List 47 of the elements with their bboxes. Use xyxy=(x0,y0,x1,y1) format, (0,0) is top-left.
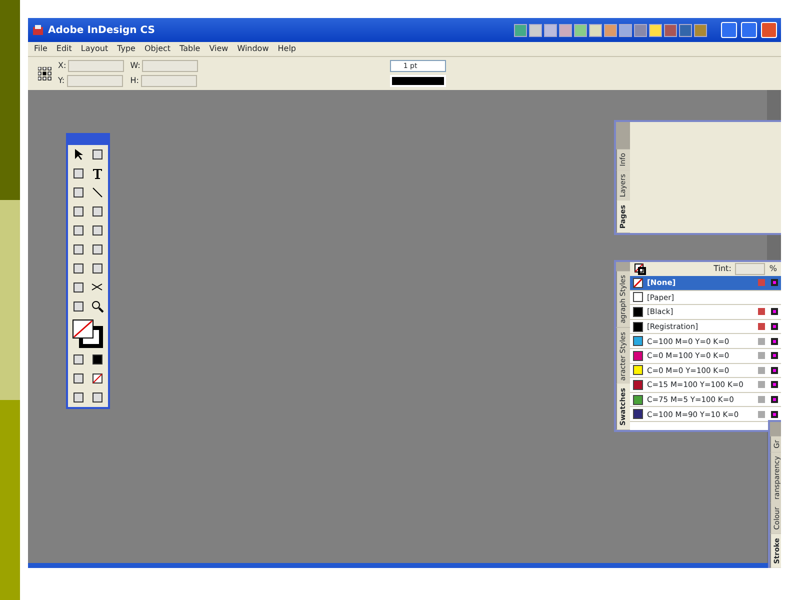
window-title: Adobe InDesign CS xyxy=(48,24,155,38)
menu-item[interactable]: File xyxy=(34,43,48,55)
menu-item[interactable]: Layout xyxy=(80,43,108,55)
menu-item[interactable]: Edit xyxy=(56,43,72,55)
app-logo-icon xyxy=(32,22,44,38)
quick-launch-icon[interactable] xyxy=(664,24,677,36)
menu-item[interactable]: Window xyxy=(237,43,269,55)
quick-launch-icon[interactable] xyxy=(649,24,662,36)
color-icon[interactable] xyxy=(90,352,105,367)
quick-launch-icon[interactable] xyxy=(679,24,692,36)
quick-launch-icon[interactable] xyxy=(634,24,647,36)
tint-label: Tint: xyxy=(714,263,732,275)
field-label: H: xyxy=(130,75,139,87)
fill-stroke-icon[interactable] xyxy=(71,318,105,348)
menu-item[interactable]: Type xyxy=(117,43,136,55)
input-field[interactable] xyxy=(68,60,124,72)
quick-launch-icon[interactable] xyxy=(694,24,707,36)
stroke-type-field[interactable] xyxy=(390,75,446,87)
quick-launch-icon[interactable] xyxy=(544,24,557,36)
field-label: X: xyxy=(58,60,66,72)
quick-launch-icon[interactable] xyxy=(589,24,602,36)
field-label: W: xyxy=(130,60,140,72)
menu-item[interactable]: Object xyxy=(144,43,171,55)
input-field[interactable] xyxy=(140,75,197,87)
maximize-button[interactable] xyxy=(741,22,757,38)
line-icon[interactable] xyxy=(90,185,105,200)
minimize-button[interactable] xyxy=(721,22,737,38)
reference-point-icon[interactable] xyxy=(38,66,52,80)
none-icon[interactable] xyxy=(90,371,105,386)
fill-stroke-icon[interactable] xyxy=(634,262,646,276)
quick-launch-icon[interactable] xyxy=(574,24,587,36)
close-button[interactable] xyxy=(761,22,777,38)
menu-item[interactable]: Table xyxy=(180,43,200,55)
input-field[interactable] xyxy=(142,60,198,72)
quick-launch-icon[interactable] xyxy=(529,24,542,36)
quick-launch-icon[interactable] xyxy=(619,24,632,36)
field-label: Y: xyxy=(58,75,65,87)
menu-item[interactable]: View xyxy=(209,43,228,55)
zoom-icon[interactable] xyxy=(90,299,105,314)
tint-field[interactable] xyxy=(735,263,766,275)
quick-launch-icon[interactable] xyxy=(514,24,527,36)
quick-launch-icon[interactable] xyxy=(559,24,572,36)
input-field[interactable] xyxy=(66,75,123,87)
type-icon[interactable] xyxy=(90,166,105,181)
quick-launch-icon[interactable] xyxy=(604,24,617,36)
menu-item[interactable]: Help xyxy=(278,43,296,55)
percent-label: % xyxy=(769,263,777,275)
